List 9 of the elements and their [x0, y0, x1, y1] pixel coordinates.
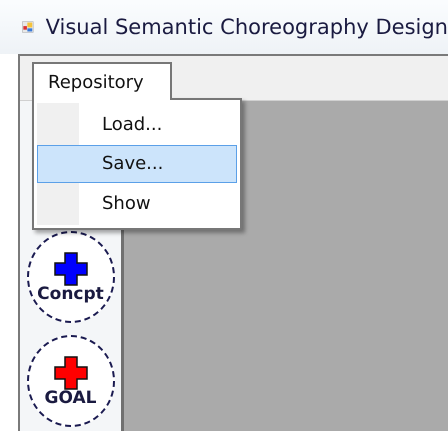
- plus-icon: [54, 252, 88, 286]
- menu-entry[interactable]: Show: [37, 184, 237, 222]
- plus-icon: [54, 356, 88, 390]
- window-title: Visual Semantic Choreography Design: [46, 15, 448, 39]
- tool-button[interactable]: Concpt: [26, 231, 114, 323]
- menu-entry[interactable]: Load...: [37, 106, 237, 144]
- menu-item[interactable]: Repository: [32, 62, 172, 100]
- tool-button[interactable]: GOAL: [26, 335, 114, 427]
- menu-entry[interactable]: Save...: [37, 145, 237, 183]
